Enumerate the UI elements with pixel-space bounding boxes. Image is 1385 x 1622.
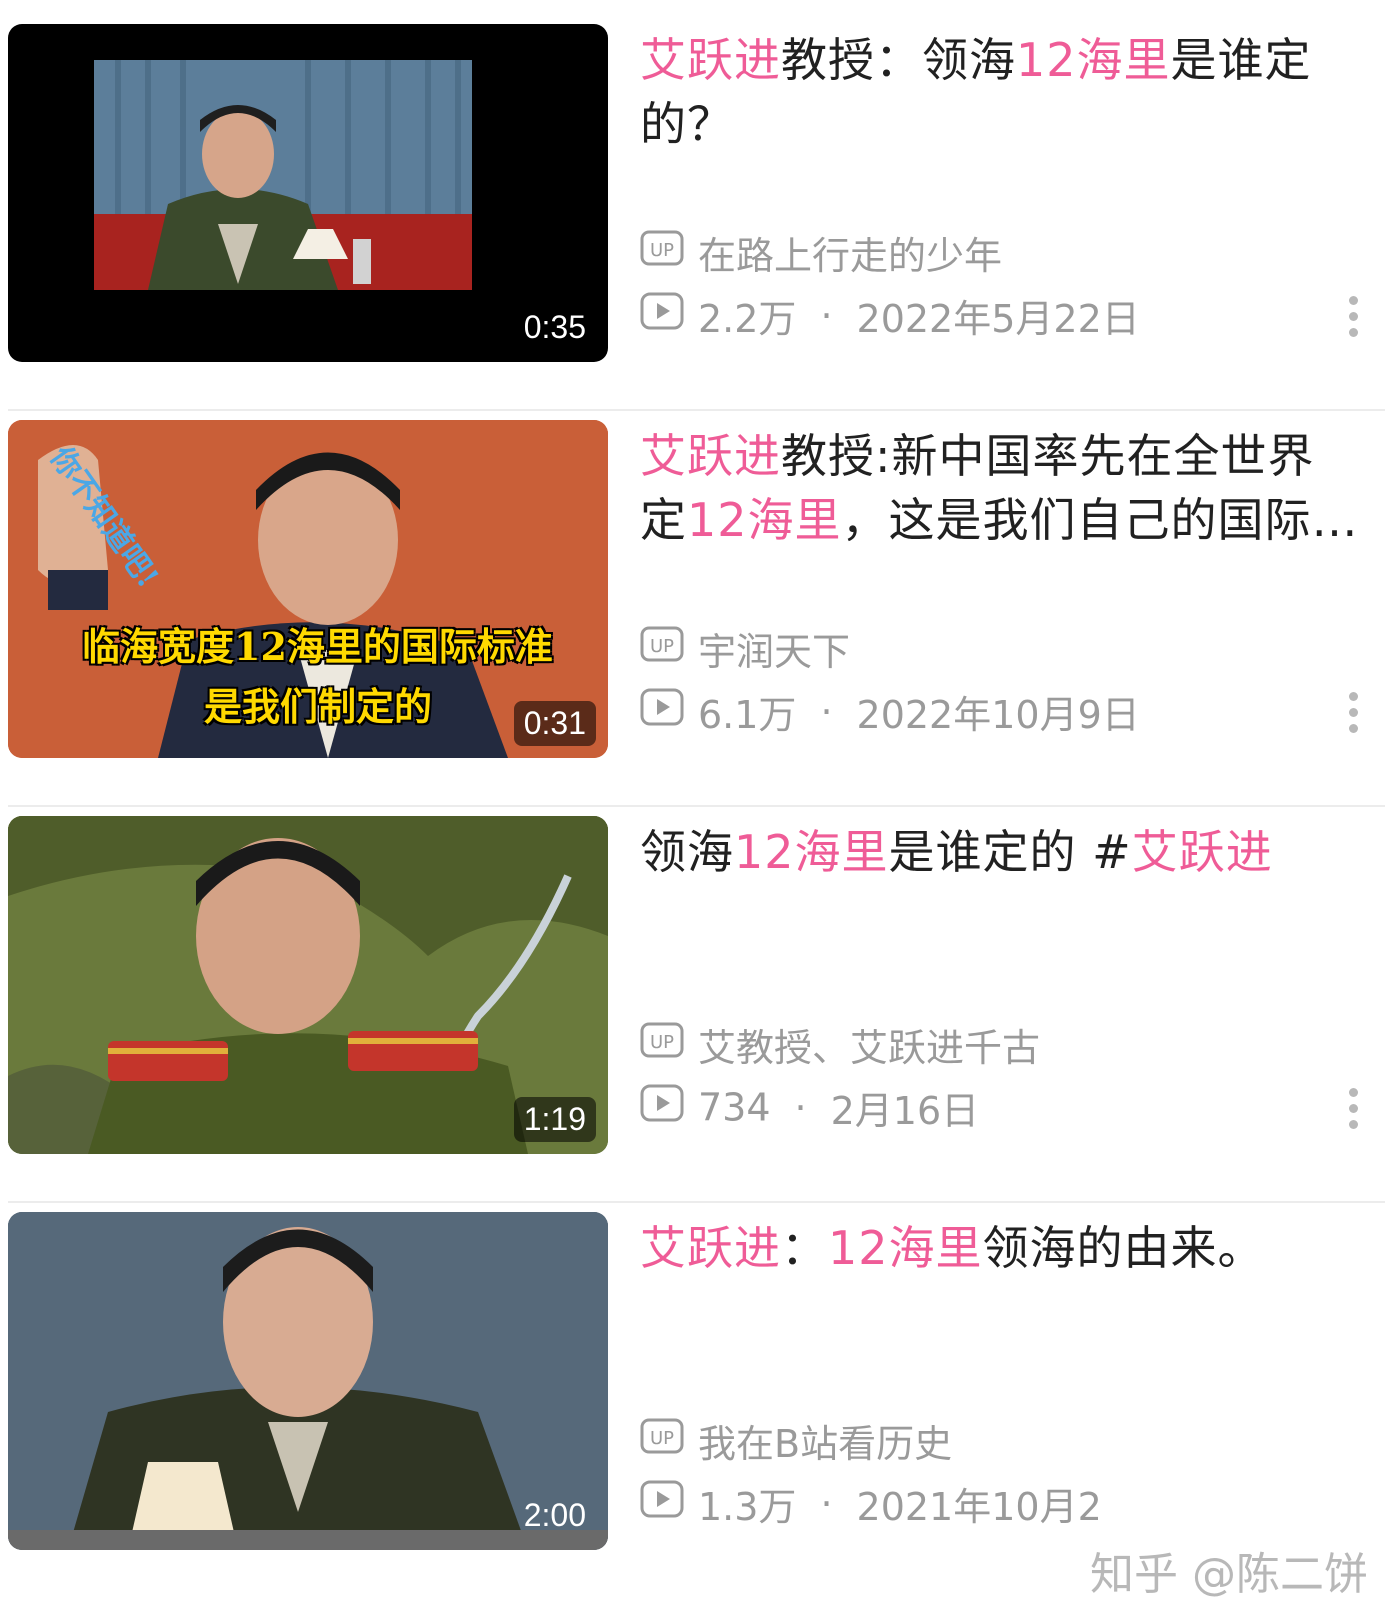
title-highlight: 艾跃进 [640,429,781,483]
more-vertical-icon[interactable] [1349,1088,1359,1132]
stats-row: 2.2万 · 2022年5月22日 [640,288,1140,343]
video-thumbnail[interactable]: 你不知道吧! 临海宽度12海里的国际标准 是我们制定的 0:31 [8,420,608,758]
stats-row: 1.3万 · 2021年10月2 [640,1476,1102,1531]
meta-separator: · [794,1085,807,1130]
title-text: 领海 [640,825,734,879]
title-text: 教授：领海 [781,33,1016,87]
play-count-icon [640,1480,684,1527]
video-thumbnail[interactable]: 1:19 [8,816,608,1154]
svg-text:UP: UP [650,636,674,657]
video-card[interactable]: 2:00 艾跃进：12海里领海的由来。 UP 我在B站看历史 1.3万 · 2021… [0,1188,1385,1598]
play-count-icon [640,1084,684,1131]
meta-separator: · [820,1481,833,1526]
view-count: 6.1万 [698,693,797,737]
thumbnail-caption: 是我们制定的 [204,684,433,729]
video-thumbnail[interactable]: 2:00 [8,1212,608,1550]
publish-date: 2021年10月2 [856,1485,1102,1529]
view-count: 734 [698,1085,771,1130]
play-count-icon [640,292,684,339]
uploader-row[interactable]: UP 宇润天下 [640,621,850,676]
svg-text:UP: UP [650,240,674,261]
title-highlight: 12海里 [687,493,842,547]
video-thumbnail[interactable]: 0:35 [8,24,608,362]
publish-date: 2月16日 [830,1089,980,1133]
video-duration: 1:19 [513,1097,596,1142]
video-duration: 0:31 [513,701,596,746]
video-result-list: 0:35 艾跃进教授：领海12海里是谁定的？ UP 在路上行走的少年 2.2万 ·… [0,0,1385,1622]
more-vertical-icon[interactable] [1349,692,1359,736]
title-highlight: 12海里 [828,1221,983,1275]
video-card[interactable]: 0:35 艾跃进教授：领海12海里是谁定的？ UP 在路上行走的少年 2.2万 ·… [0,0,1385,411]
uploader-name: 我在B站看历史 [698,1422,953,1466]
view-count: 1.3万 [698,1485,797,1529]
uploader-row[interactable]: UP 艾教授、艾跃进千古 [640,1017,1040,1072]
svg-text:UP: UP [650,1428,674,1449]
stats-row: 6.1万 · 2022年10月9日 [640,684,1140,739]
video-title[interactable]: 领海12海里是谁定的 #艾跃进 [640,820,1360,884]
video-card[interactable]: 你不知道吧! 临海宽度12海里的国际标准 是我们制定的 0:31 艾跃进教授:新… [0,396,1385,807]
view-count: 2.2万 [698,297,797,341]
watermark-text: 知乎 @陈二饼 [1090,1549,1368,1600]
up-badge-icon: UP [640,230,684,275]
title-highlight: 艾跃进 [640,33,781,87]
title-text: 是谁定的 # [888,825,1132,879]
svg-text:UP: UP [650,1032,674,1053]
meta-separator: · [820,689,833,734]
uploader-row[interactable]: UP 我在B站看历史 [640,1413,952,1468]
video-title[interactable]: 艾跃进教授：领海12海里是谁定的？ [640,28,1360,156]
video-title[interactable]: 艾跃进：12海里领海的由来。 [640,1216,1360,1280]
up-badge-icon: UP [640,626,684,671]
play-count-icon [640,688,684,735]
video-card[interactable]: 1:19 领海12海里是谁定的 #艾跃进 UP 艾教授、艾跃进千古 734 · 2月… [0,792,1385,1203]
uploader-row[interactable]: UP 在路上行走的少年 [640,225,1002,280]
video-title[interactable]: 艾跃进教授:新中国率先在全世界定12海里，这是我们自己的国际标准 [640,424,1360,552]
title-highlight: 艾跃进 [1131,825,1273,879]
uploader-name: 宇润天下 [698,630,851,674]
publish-date: 2022年10月9日 [856,693,1140,737]
title-highlight: 12海里 [734,825,889,879]
up-badge-icon: UP [640,1418,684,1463]
title-text: ： [781,1221,828,1275]
stats-row: 734 · 2月16日 [640,1080,979,1135]
video-duration: 0:35 [523,309,586,345]
up-badge-icon: UP [640,1022,684,1067]
title-highlight: 艾跃进 [640,1221,781,1275]
uploader-name: 在路上行走的少年 [698,234,1003,278]
video-duration: 2:00 [523,1497,586,1533]
title-highlight: 12海里 [1016,33,1171,87]
publish-date: 2022年5月22日 [856,297,1140,341]
title-text: 领海的由来。 [982,1221,1265,1275]
more-vertical-icon[interactable] [1349,296,1359,340]
thumbnail-caption: 临海宽度12海里的国际标准 [82,624,553,669]
meta-separator: · [820,293,833,338]
uploader-name: 艾教授、艾跃进千古 [698,1026,1041,1070]
